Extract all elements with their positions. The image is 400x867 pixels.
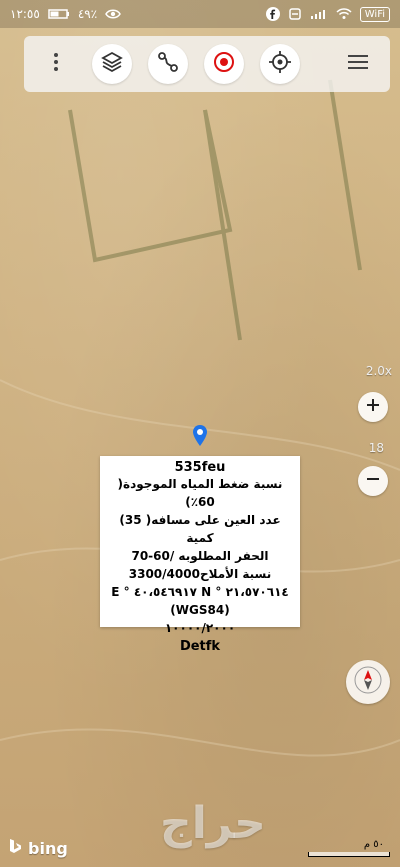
popup-line: نسبة ضغط المياه الموجودة( 60٪)	[117, 477, 283, 509]
map-toolbar	[24, 36, 390, 92]
facebook-icon	[265, 7, 280, 21]
zoom-in-button[interactable]	[358, 392, 388, 422]
wifi-icon	[336, 8, 352, 20]
status-right: WiFi	[265, 6, 390, 22]
location-marker[interactable]	[191, 423, 209, 447]
popup-line: نسبة الأملاح3300/4000	[128, 567, 272, 581]
network-badge: WiFi	[359, 6, 390, 22]
eye-icon	[105, 8, 122, 20]
minus-icon	[364, 470, 382, 492]
locate-icon	[268, 50, 292, 78]
time: ١٢:٥٥	[10, 7, 40, 21]
scale-label: ٥٠ م	[363, 839, 384, 850]
popup-coordinates: ٢١،٥٧٠٦١٤ ° N ٤٠،٥٤٦٩١٧ ° E	[111, 585, 289, 599]
route-button[interactable]	[148, 44, 188, 84]
zoom-out-button[interactable]	[358, 466, 388, 496]
notification-icon	[288, 7, 302, 21]
scale-bar	[308, 852, 390, 857]
more-icon	[53, 51, 59, 77]
layers-icon	[100, 50, 124, 78]
menu-icon	[346, 53, 370, 75]
zoom-level: 18	[368, 441, 384, 455]
popup-title: 535feu	[174, 460, 226, 475]
popup-footer: Detfk	[179, 639, 221, 654]
status-left: ١٢:٥٥ ٤٩٪	[10, 7, 122, 21]
plus-icon	[364, 396, 382, 418]
layers-button[interactable]	[92, 44, 132, 84]
compass-button[interactable]	[346, 660, 390, 704]
bing-text: bing	[28, 838, 68, 858]
popup-line: الحفر المطلوبه /60-70	[131, 549, 269, 563]
watermark: حراج	[160, 798, 266, 849]
signal-icon	[310, 8, 328, 20]
status-bar: ١٢:٥٥ ٤٩٪ WiFi	[0, 0, 400, 28]
record-icon	[212, 50, 236, 78]
battery-icon	[48, 8, 70, 20]
compass-icon	[353, 665, 383, 699]
map-scale: ٥٠ م	[290, 839, 390, 857]
popup-line: عدد العين على مسافه( 35) كمية	[119, 513, 281, 545]
toolbar-left-group	[36, 44, 300, 84]
bing-logo-icon	[6, 837, 24, 859]
more-options-button[interactable]	[36, 44, 76, 84]
popup-ratio: ١٠٠٠٠/٢٠٠٠	[164, 621, 236, 635]
zoom-multiplier: 2.0x	[365, 364, 392, 378]
pin-icon	[193, 425, 207, 446]
route-icon	[156, 50, 180, 78]
location-popup[interactable]: 535feu نسبة ضغط المياه الموجودة( 60٪) عد…	[100, 456, 300, 654]
record-button[interactable]	[204, 44, 244, 84]
hamburger-menu-button[interactable]	[338, 44, 378, 84]
bing-attribution: bing	[6, 837, 68, 859]
battery-percentage: ٤٩٪	[77, 7, 98, 21]
popup-datum: (WGS84)	[170, 603, 230, 617]
locate-button[interactable]	[260, 44, 300, 84]
